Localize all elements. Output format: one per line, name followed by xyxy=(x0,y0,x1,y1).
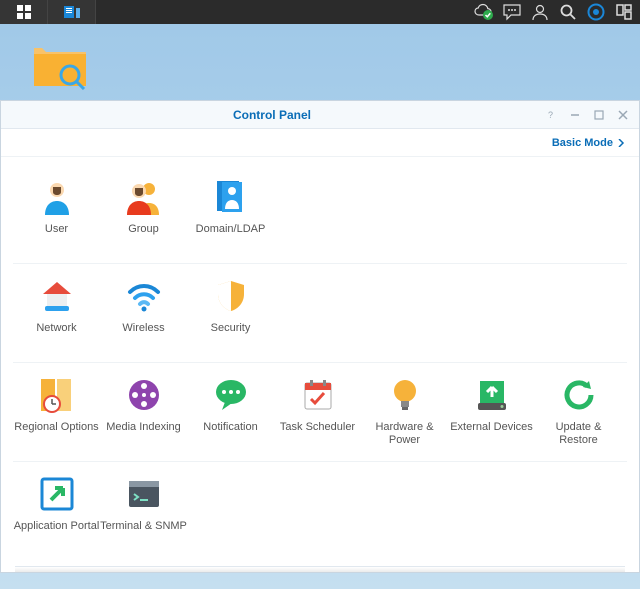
film-reel-icon xyxy=(124,375,164,415)
bulb-icon xyxy=(385,375,425,415)
user-icon xyxy=(37,177,77,217)
calendar-icon xyxy=(298,375,338,415)
network-icon xyxy=(37,276,77,316)
external-drive-icon xyxy=(472,375,512,415)
help-button[interactable]: ? xyxy=(543,107,559,123)
group-icon xyxy=(124,177,164,217)
item-notification[interactable]: Notification xyxy=(187,369,274,451)
item-hardware-power[interactable]: Hardware & Power xyxy=(361,369,448,451)
chevron-right-icon xyxy=(617,139,625,147)
close-button[interactable] xyxy=(615,107,631,123)
item-domain-ldap[interactable]: Domain/LDAP xyxy=(187,171,274,253)
item-regional-options[interactable]: Regional Options xyxy=(13,369,100,451)
item-label: Media Indexing xyxy=(106,421,181,447)
apps-button[interactable] xyxy=(0,0,48,24)
item-label: Domain/LDAP xyxy=(196,223,266,249)
item-label: Terminal & SNMP xyxy=(100,520,187,546)
window-title: Control Panel xyxy=(1,108,543,122)
item-label: Update & Restore xyxy=(535,421,622,447)
item-network[interactable]: Network xyxy=(13,270,100,352)
basic-mode-toggle[interactable]: Basic Mode xyxy=(552,137,625,149)
search-icon[interactable] xyxy=(556,0,580,24)
item-label: Network xyxy=(36,322,76,348)
item-label: Regional Options xyxy=(14,421,98,447)
cloud-ok-icon[interactable] xyxy=(472,0,496,24)
server-button[interactable] xyxy=(48,0,96,24)
item-label: Wireless xyxy=(122,322,164,348)
item-wireless[interactable]: Wireless xyxy=(100,270,187,352)
control-panel-window: Control Panel ? Basic Mode User xyxy=(0,100,640,573)
shield-icon xyxy=(211,276,251,316)
item-external-devices[interactable]: External Devices xyxy=(448,369,535,451)
section-accounts: User Group Domain/LDAP xyxy=(13,165,627,264)
file-station-desktop-icon[interactable] xyxy=(30,40,90,90)
refresh-icon xyxy=(559,375,599,415)
maximize-button[interactable] xyxy=(591,107,607,123)
item-label: External Devices xyxy=(450,421,533,447)
widgets-icon[interactable] xyxy=(612,0,636,24)
item-label: Group xyxy=(128,223,159,249)
item-label: Hardware & Power xyxy=(361,421,448,447)
footer-divider xyxy=(15,566,625,572)
section-connectivity: Network Wireless Security xyxy=(13,264,627,363)
section-applications: Application Portal Terminal & SNMP xyxy=(13,462,627,560)
item-label: User xyxy=(45,223,68,249)
system-topbar xyxy=(0,0,640,24)
activity-icon[interactable] xyxy=(584,0,608,24)
item-media-indexing[interactable]: Media Indexing xyxy=(100,369,187,451)
mode-link-label: Basic Mode xyxy=(552,137,613,149)
item-application-portal[interactable]: Application Portal xyxy=(13,468,100,550)
item-update-restore[interactable]: Update & Restore xyxy=(535,369,622,451)
item-task-scheduler[interactable]: Task Scheduler xyxy=(274,369,361,451)
window-toolbar: Basic Mode xyxy=(1,129,639,157)
section-system: Regional Options Media Indexing Notifica… xyxy=(13,363,627,462)
control-panel-content: User Group Domain/LDAP Network xyxy=(1,157,639,572)
item-label: Notification xyxy=(203,421,257,447)
svg-text:?: ? xyxy=(548,110,553,120)
domain-icon xyxy=(211,177,251,217)
terminal-icon xyxy=(124,474,164,514)
wireless-icon xyxy=(124,276,164,316)
item-terminal-snmp[interactable]: Terminal & SNMP xyxy=(100,468,187,550)
speech-bubble-icon xyxy=(211,375,251,415)
item-label: Task Scheduler xyxy=(280,421,355,447)
chat-icon[interactable] xyxy=(500,0,524,24)
item-group[interactable]: Group xyxy=(100,171,187,253)
window-titlebar: Control Panel ? xyxy=(1,101,639,129)
item-user[interactable]: User xyxy=(13,171,100,253)
clock-icon xyxy=(37,375,77,415)
item-security[interactable]: Security xyxy=(187,270,274,352)
user-icon[interactable] xyxy=(528,0,552,24)
app-portal-icon xyxy=(37,474,77,514)
minimize-button[interactable] xyxy=(567,107,583,123)
item-label: Application Portal xyxy=(14,520,100,546)
item-label: Security xyxy=(211,322,251,348)
